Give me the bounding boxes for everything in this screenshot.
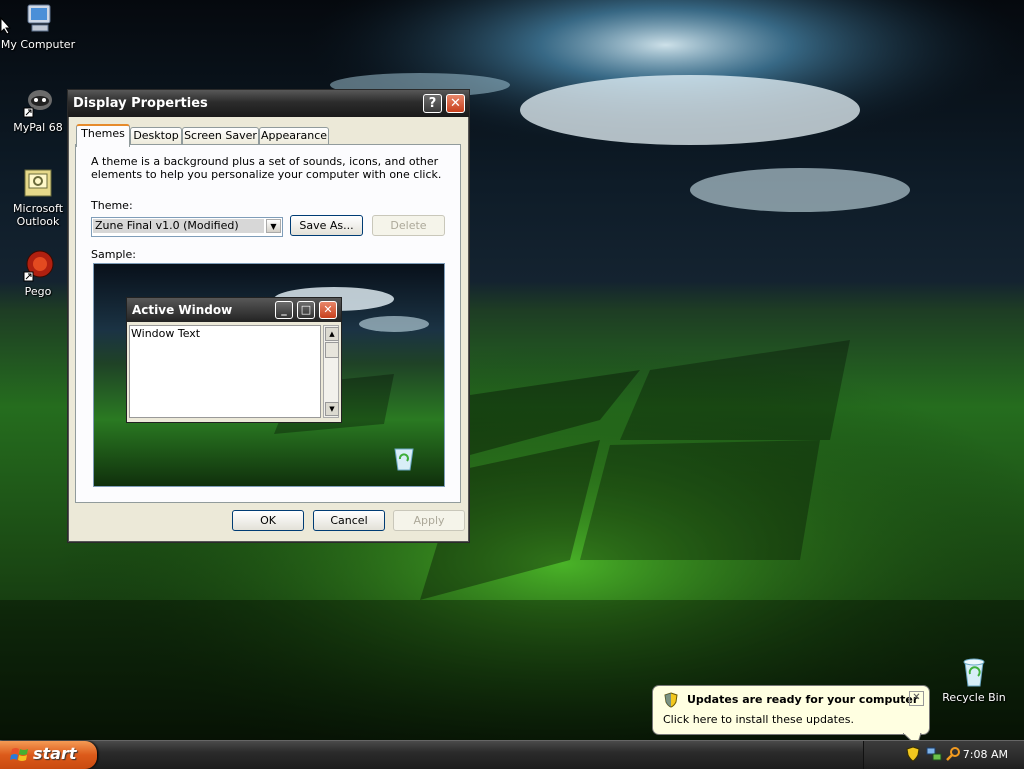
minimize-icon: _ xyxy=(275,301,293,319)
scroll-up-icon: ▲ xyxy=(325,327,339,341)
desktop-icon-my-computer[interactable]: My Computer xyxy=(0,3,78,51)
tab-appearance[interactable]: Appearance xyxy=(259,127,329,145)
start-button[interactable]: start xyxy=(0,741,97,769)
notification-body: Click here to install these updates. xyxy=(663,713,854,726)
scroll-down-icon: ▼ xyxy=(325,402,339,416)
window-titlebar[interactable]: Display Properties ? ✕ xyxy=(68,90,469,117)
start-label: start xyxy=(33,744,77,763)
theme-dropdown[interactable]: Zune Final v1.0 (Modified) ▼ xyxy=(91,217,283,237)
recycle-bin-icon xyxy=(394,448,414,471)
sample-window-titlebar: Active Window _ □ ✕ xyxy=(127,298,341,322)
desktop-icon-recycle-bin[interactable]: Recycle Bin xyxy=(934,656,1014,704)
apply-button[interactable]: Apply xyxy=(393,510,465,531)
recycle-bin-icon xyxy=(958,656,990,688)
tab-screen-saver[interactable]: Screen Saver xyxy=(182,127,259,145)
theme-label: Theme: xyxy=(91,199,133,212)
raccoon-browser-icon xyxy=(22,86,54,118)
close-icon: ✕ xyxy=(319,301,337,319)
update-notification-balloon[interactable]: Updates are ready for your computer Clic… xyxy=(652,685,930,747)
outlook-icon xyxy=(22,167,54,199)
search-icon[interactable] xyxy=(946,746,962,762)
sample-active-window: Active Window _ □ ✕ Window Text ▲ ▼ xyxy=(126,297,342,423)
sample-window-text: Window Text xyxy=(129,325,321,418)
network-icon[interactable] xyxy=(926,746,942,762)
sample-scrollbar: ▲ ▼ xyxy=(323,325,339,418)
sample-window-title: Active Window xyxy=(132,303,233,317)
theme-sample-preview: Active Window _ □ ✕ Window Text ▲ ▼ xyxy=(93,263,445,487)
delete-button[interactable]: Delete xyxy=(372,215,445,236)
security-shield-icon xyxy=(664,692,678,708)
clock[interactable]: 7:08 AM xyxy=(963,748,1008,761)
display-properties-window: Display Properties ? ✕ Themes Desktop Sc… xyxy=(67,89,470,543)
tab-themes[interactable]: Themes xyxy=(76,124,130,147)
sample-label: Sample: xyxy=(91,248,136,261)
ok-button[interactable]: OK xyxy=(232,510,304,531)
desktop-icon-label: Recycle Bin xyxy=(942,691,1006,704)
taskbar: start 7:08 AM xyxy=(0,740,1024,769)
cancel-button[interactable]: Cancel xyxy=(313,510,385,531)
chevron-down-icon[interactable]: ▼ xyxy=(266,219,281,233)
system-tray: 7:08 AM xyxy=(863,741,1024,769)
scroll-thumb xyxy=(325,342,339,358)
notification-close-icon[interactable]: ✕ xyxy=(909,691,924,706)
window-title: Display Properties xyxy=(73,96,208,111)
notification-title: Updates are ready for your computer xyxy=(687,693,919,706)
security-shield-icon[interactable] xyxy=(906,746,920,762)
theme-description: A theme is a background plus a set of so… xyxy=(91,155,442,181)
windows-logo-icon xyxy=(10,748,28,761)
tab-desktop[interactable]: Desktop xyxy=(130,127,182,145)
save-as-button[interactable]: Save As... xyxy=(290,215,363,236)
themes-panel: A theme is a background plus a set of so… xyxy=(75,144,461,503)
pego-icon xyxy=(22,250,54,282)
help-button[interactable]: ? xyxy=(423,94,442,113)
close-button[interactable]: ✕ xyxy=(446,94,465,113)
desktop-icon-label: My Computer xyxy=(0,38,76,51)
theme-dropdown-value: Zune Final v1.0 (Modified) xyxy=(93,219,264,233)
window-body: Themes Desktop Screen Saver Appearance A… xyxy=(74,124,465,536)
my-computer-icon xyxy=(22,3,54,35)
maximize-icon: □ xyxy=(297,301,315,319)
